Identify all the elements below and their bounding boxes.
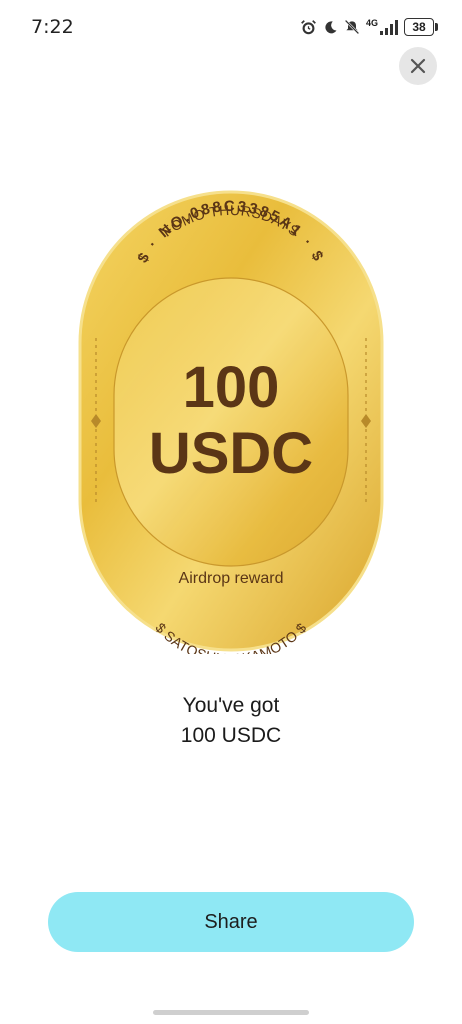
coin-amount: 100 [183, 355, 280, 420]
reward-message-line2: 100 USDC [180, 724, 282, 747]
coin-caption: Airdrop reward [179, 570, 284, 587]
status-bar: 7:22 4G 38 [0, 0, 462, 56]
coin-graphic: FOMO THURSDAYS $ · NO.088C3385A1 · $ $ S… [78, 190, 384, 667]
status-time: 7:22 [31, 16, 74, 38]
reward-message: You've got 100 USDC [0, 691, 462, 751]
battery-icon: 38 [404, 18, 438, 36]
moon-icon [325, 20, 337, 33]
mute-icon [344, 19, 360, 35]
network-label: 4G [365, 18, 378, 28]
status-icons: 4G 38 [300, 16, 438, 38]
coin-currency: USDC [149, 421, 313, 486]
share-button[interactable]: Share [48, 892, 414, 952]
reward-coin: FOMO THURSDAYS $ · NO.088C3385A1 · $ $ S… [76, 188, 386, 667]
reward-message-line1: You've got [182, 694, 280, 717]
home-indicator[interactable] [153, 1010, 309, 1015]
alarm-icon [301, 19, 316, 34]
signal-icon [380, 19, 398, 35]
close-button[interactable] [399, 47, 437, 85]
close-icon [410, 58, 426, 74]
